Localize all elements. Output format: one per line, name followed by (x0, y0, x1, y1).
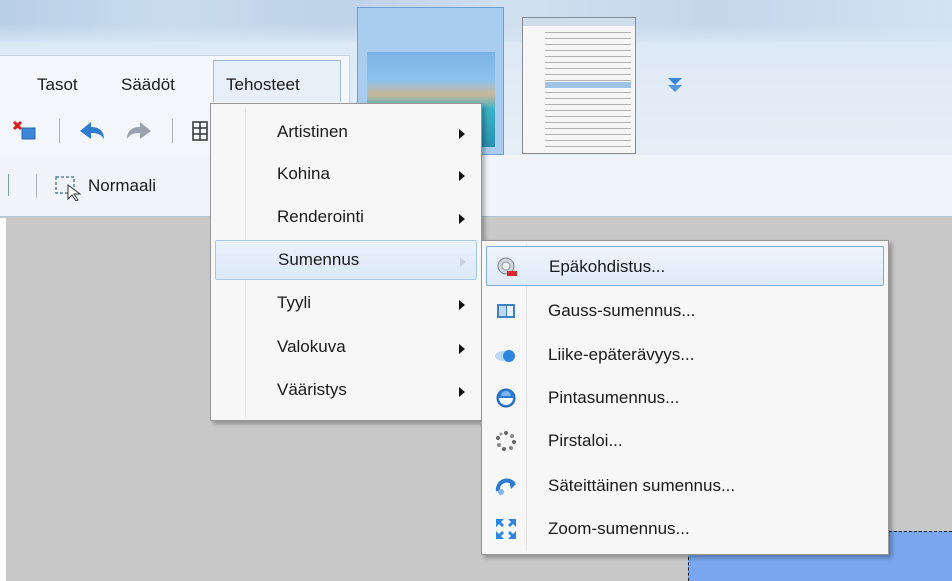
menu-item-label: Tyyli (277, 293, 311, 312)
screenshot-thumbnail (522, 17, 636, 154)
zoom-blur-icon (496, 519, 516, 539)
menu-item-label: Sumennus (278, 250, 360, 269)
image-tab-screenshot[interactable] (516, 7, 642, 155)
menu-item-label: Zoom-sumennus... (548, 519, 690, 538)
menu-item-fragment[interactable]: Pirstaloi... (486, 421, 884, 461)
toolbar-edge (8, 174, 9, 196)
effects-menu: Artistinen Kohina Renderointi Sumennus T… (210, 103, 482, 421)
menu-item-label: Artistinen (277, 122, 348, 141)
menu-item-label: Liike-epäterävyys... (548, 345, 695, 364)
menu-item-motion-blur[interactable]: Liike-epäterävyys... (486, 335, 884, 375)
menu-item-stylize[interactable]: Tyyli (215, 284, 477, 324)
selection-mode-icon[interactable] (54, 175, 84, 201)
menu-item-surface-blur[interactable]: Pintasumennus... (486, 378, 884, 418)
menu-item-label: Valokuva (277, 337, 346, 356)
menu-item-noise[interactable]: Kohina (215, 155, 477, 195)
selection-mode-label[interactable]: Normaali (88, 176, 156, 196)
submenu-arrow-icon (459, 214, 465, 224)
tabs-overflow-chevron-icon[interactable] (664, 74, 686, 94)
menu-item-radial-blur[interactable]: Säteittäinen sumennus... (486, 466, 884, 506)
submenu-arrow-icon (459, 171, 465, 181)
menu-item-zoom-blur[interactable]: Zoom-sumennus... (486, 509, 884, 549)
canvas-left-edge (0, 218, 6, 581)
menu-adjustments[interactable]: Säädöt (121, 75, 175, 95)
menu-item-label: Vääristys (277, 380, 347, 399)
menu-item-label: Pintasumennus... (548, 388, 680, 407)
menu-effects[interactable]: Tehosteet (226, 75, 300, 95)
redo-icon[interactable] (124, 119, 154, 143)
menu-item-photo[interactable]: Valokuva (215, 328, 477, 368)
menu-item-label: Pirstaloi... (548, 431, 623, 450)
toolbar-separator (36, 174, 37, 198)
menu-item-gaussian-blur[interactable]: Gauss-sumennus... (486, 291, 884, 331)
submenu-arrow-icon (460, 257, 466, 267)
fragment-icon (496, 431, 516, 451)
submenu-arrow-icon (459, 344, 465, 354)
submenu-arrow-icon (459, 300, 465, 310)
menu-item-unfocus[interactable]: Epäkohdistus... (486, 246, 884, 286)
menu-item-label: Säteittäinen sumennus... (548, 476, 736, 495)
menu-item-label: Gauss-sumennus... (548, 301, 696, 320)
delete-layer-icon[interactable] (12, 120, 38, 142)
radial-blur-icon (495, 478, 516, 495)
menu-item-blur[interactable]: Sumennus (215, 240, 477, 280)
unfocus-icon (497, 257, 517, 276)
blur-submenu: Epäkohdistus... Gauss-sumennus... Liike-… (481, 240, 889, 555)
menu-item-label: Epäkohdistus... (549, 257, 666, 276)
menu-item-label: Renderointi (277, 207, 364, 226)
motion-blur-icon (495, 350, 515, 362)
menu-item-label: Kohina (277, 164, 330, 183)
undo-icon[interactable] (77, 119, 107, 143)
toolbar-separator (59, 119, 60, 143)
menu-item-distort[interactable]: Vääristys (215, 371, 477, 411)
menu-layers[interactable]: Tasot (37, 75, 78, 95)
gaussian-blur-icon (497, 304, 515, 318)
submenu-arrow-icon (459, 129, 465, 139)
submenu-arrow-icon (459, 387, 465, 397)
surface-blur-icon (496, 388, 516, 408)
menu-item-artistic[interactable]: Artistinen (215, 113, 477, 153)
menu-item-render[interactable]: Renderointi (215, 198, 477, 238)
toolbar-separator (172, 119, 173, 143)
grid-icon[interactable] (192, 120, 208, 142)
